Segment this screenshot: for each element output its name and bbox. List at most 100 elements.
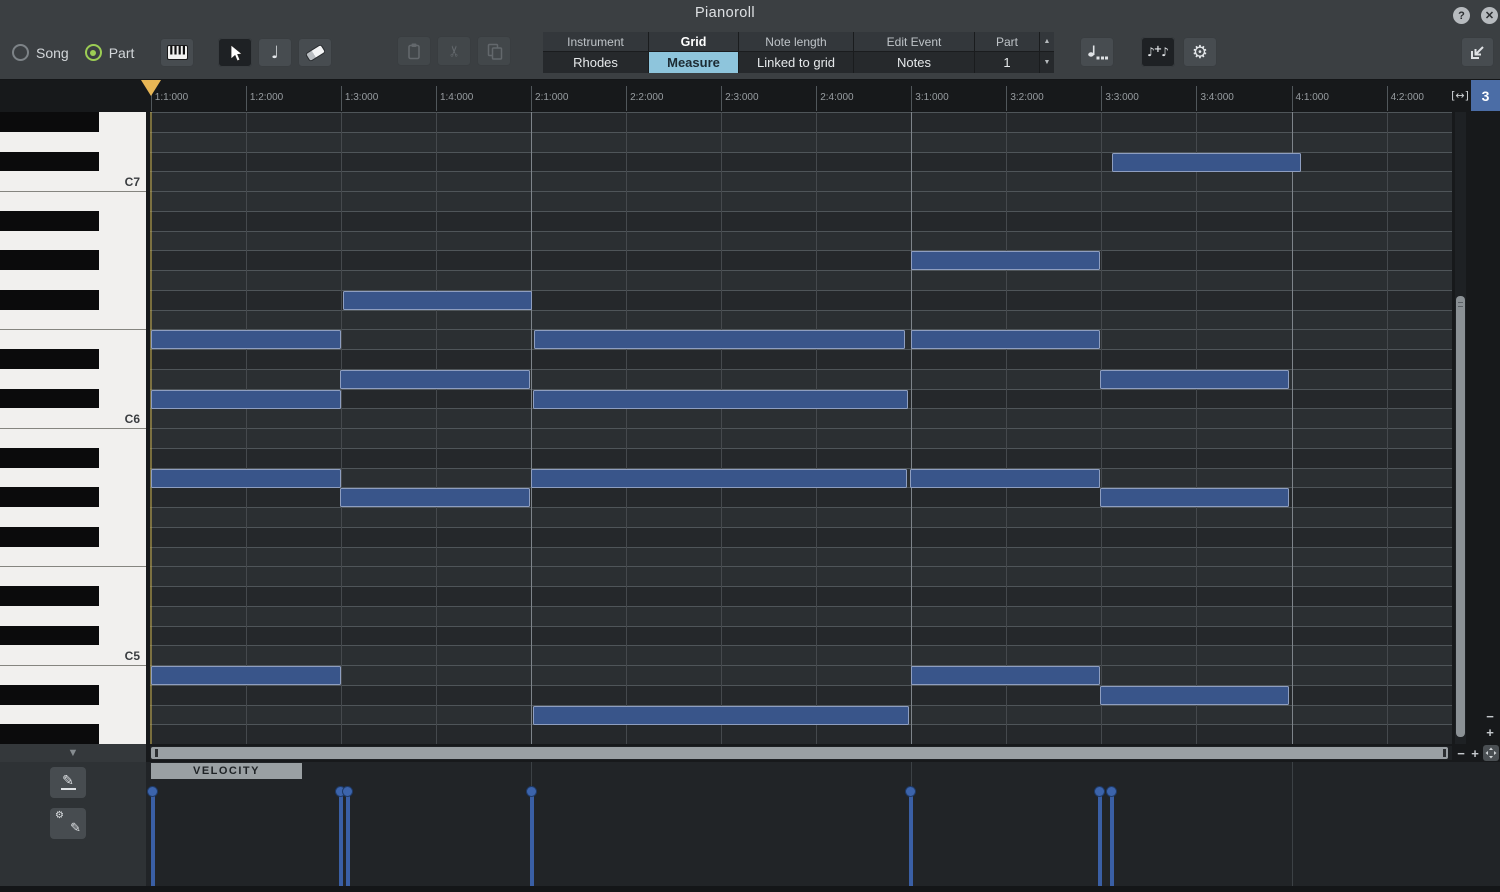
midi-note[interactable] <box>1100 488 1289 508</box>
midi-note[interactable] <box>911 666 1100 685</box>
song-radio[interactable]: Song <box>12 44 69 61</box>
velocity-stem-handle[interactable] <box>905 786 916 797</box>
scrollbar-left-cap[interactable] <box>155 749 158 757</box>
copy-button[interactable] <box>477 36 511 66</box>
midi-note[interactable] <box>151 666 341 685</box>
midi-note[interactable] <box>911 330 1100 350</box>
piano-key-white[interactable] <box>0 132 146 152</box>
velocity-stem-handle[interactable] <box>342 786 353 797</box>
piano-key-black[interactable] <box>0 151 99 172</box>
piano-key-white[interactable] <box>0 606 146 626</box>
midi-note[interactable] <box>1100 369 1289 389</box>
velocity-stem[interactable] <box>1098 792 1102 886</box>
scrollbar-right-cap[interactable] <box>1443 749 1446 757</box>
vertical-zoom-out-button[interactable]: − <box>1483 708 1497 724</box>
fit-width-icon[interactable]: [↔] <box>1449 84 1471 106</box>
midi-note[interactable] <box>533 705 909 725</box>
show-keyboard-button[interactable] <box>160 38 194 67</box>
piano-key-black[interactable] <box>0 112 99 132</box>
velocity-lane-label[interactable]: VELOCITY <box>151 763 302 779</box>
paste-button[interactable] <box>397 36 431 66</box>
pianoroll-grid[interactable] <box>150 112 1452 744</box>
piano-key-white[interactable] <box>0 428 146 448</box>
piano-key-black[interactable] <box>0 625 99 646</box>
velocity-stem[interactable] <box>530 792 534 886</box>
velocity-stem[interactable] <box>339 792 343 886</box>
midi-note[interactable] <box>533 389 908 409</box>
fullscreen-toggle-button[interactable] <box>1483 745 1499 761</box>
piano-key-black[interactable] <box>0 724 99 744</box>
piano-key-white[interactable] <box>0 705 146 725</box>
draw-note-tool-button[interactable]: ♩ <box>258 38 292 67</box>
piano-key-black[interactable] <box>0 210 99 231</box>
vertical-zoom-in-button[interactable]: + <box>1483 724 1497 740</box>
piano-key-white[interactable] <box>0 507 146 527</box>
midi-note[interactable] <box>340 488 530 508</box>
velocity-stem[interactable] <box>1110 792 1114 886</box>
piano-key-white[interactable] <box>0 665 146 685</box>
piano-key-black[interactable] <box>0 684 99 705</box>
part-radio[interactable]: Part <box>84 44 134 61</box>
midi-note[interactable] <box>1112 152 1301 172</box>
piano-key-black[interactable] <box>0 447 99 468</box>
midi-note[interactable] <box>151 330 341 350</box>
quantize-button[interactable] <box>1080 37 1114 67</box>
piano-key-white[interactable] <box>0 270 146 290</box>
piano-key-black[interactable] <box>0 526 99 547</box>
piano-key-black[interactable] <box>0 349 99 369</box>
horizontal-scrollbar-thumb[interactable] <box>151 747 1448 759</box>
select-tool-button[interactable] <box>218 38 252 67</box>
piano-key-white[interactable] <box>0 369 146 389</box>
piano-key-black[interactable] <box>0 250 99 270</box>
velocity-stem[interactable] <box>151 792 155 886</box>
part-value[interactable]: 1 <box>975 52 1039 73</box>
piano-key-white[interactable] <box>0 566 146 586</box>
velocity-stem[interactable] <box>346 792 350 886</box>
part-spin-down[interactable]: ▼ <box>1040 52 1054 73</box>
midi-note[interactable] <box>534 330 905 350</box>
midi-note[interactable] <box>151 468 341 488</box>
piano-key-white[interactable] <box>0 547 146 567</box>
settings-button[interactable]: ⚙ <box>1183 37 1217 67</box>
eraser-tool-button[interactable] <box>298 38 332 67</box>
cut-button[interactable]: ✂ <box>437 36 471 66</box>
note-length-value[interactable]: Linked to grid <box>739 52 853 73</box>
midi-note[interactable] <box>151 389 341 409</box>
close-button[interactable]: ✕ <box>1481 7 1498 24</box>
velocity-stem-handle[interactable] <box>147 786 158 797</box>
midi-note[interactable] <box>910 468 1100 488</box>
velocity-stem-handle[interactable] <box>1106 786 1117 797</box>
timeline-ruler[interactable]: 1:1:000 1:2:000 1:3:000 1:4:000 2:1:000 2:2:0… <box>0 80 1500 111</box>
velocity-stem-handle[interactable] <box>526 786 537 797</box>
midi-note[interactable] <box>911 251 1100 271</box>
draw-velocity-button[interactable]: ✎ <box>50 767 86 798</box>
horizontal-zoom-in-button[interactable]: + <box>1468 745 1482 761</box>
help-button[interactable]: ? <box>1453 7 1470 24</box>
instrument-value[interactable]: Rhodes <box>543 52 648 73</box>
part-count-badge[interactable]: 3 <box>1471 80 1500 111</box>
piano-key-white[interactable] <box>0 468 146 488</box>
midi-note[interactable] <box>1100 685 1289 705</box>
midi-note[interactable] <box>531 468 907 488</box>
velocity-lane[interactable]: VELOCITY <box>146 762 1500 886</box>
playhead-marker[interactable] <box>141 80 161 96</box>
piano-key-white[interactable] <box>0 329 146 349</box>
piano-key-black[interactable] <box>0 487 99 507</box>
piano-key-black[interactable] <box>0 388 99 409</box>
vertical-scrollbar-thumb[interactable] <box>1456 296 1465 737</box>
piano-key-white[interactable] <box>0 231 146 251</box>
grid-value[interactable]: Measure <box>649 52 738 73</box>
piano-key-white[interactable] <box>0 191 146 211</box>
midi-note[interactable] <box>343 290 532 310</box>
part-spin-up[interactable]: ▲ <box>1040 32 1054 51</box>
keyboard-scroll-down-button[interactable]: ▼ <box>0 744 146 762</box>
horizontal-zoom-out-button[interactable]: − <box>1454 745 1468 761</box>
velocity-stem[interactable] <box>909 792 913 886</box>
piano-key-black[interactable] <box>0 289 99 310</box>
edit-event-value[interactable]: Notes <box>854 52 974 73</box>
velocity-stem-handle[interactable] <box>1094 786 1105 797</box>
import-to-part-button[interactable] <box>1461 37 1494 67</box>
piano-key-black[interactable] <box>0 586 99 606</box>
piano-key-white[interactable] <box>0 310 146 330</box>
midi-note[interactable] <box>340 369 530 389</box>
